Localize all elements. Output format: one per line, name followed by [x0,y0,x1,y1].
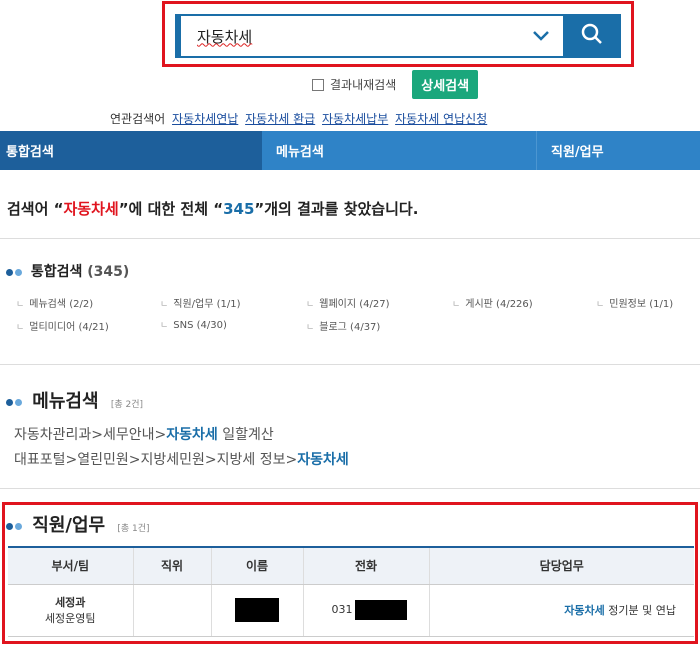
summary-prefix: 검색어 “ [7,200,64,218]
tab-menu[interactable]: 메뉴검색 [262,131,536,170]
search-button[interactable] [563,14,621,58]
path-prefix: 대표포털>열린민원>지방세민원>지방세 정보> [14,452,298,468]
path-keyword: 자동차세 [166,427,218,443]
table-header-row: 부서/팀 직위 이름 전화 담당업무 [8,546,694,585]
integrated-count: (345) [87,264,130,280]
category-link[interactable]: 게시판 (4/226) [452,295,532,310]
category-link[interactable]: 메뉴검색 (2/2) [16,295,93,310]
related-link[interactable]: 자동차세납부 [322,112,388,126]
menu-path-link[interactable]: 자동차관리과>세무안내>자동차세 일할계산 [14,424,274,444]
menu-title: 메뉴검색 [32,391,99,412]
category-link[interactable]: 블로그 (4/37) [306,318,380,333]
team-name: 세정운영팀 [44,612,96,625]
within-results-checkbox[interactable] [312,78,324,91]
summary-suffix: ”개의 결과를 찾았습니다. [254,200,419,218]
redacted-phone [354,600,407,620]
divider [0,364,700,365]
redacted-name [235,598,279,622]
detail-search-button[interactable]: 상세검색 [412,70,479,99]
staff-table: 부서/팀 직위 이름 전화 담당업무 세정과 세정운영팀 031 자동차세 정기… [8,546,694,637]
search-query-text[interactable]: 자동차세 [197,26,527,47]
menu-section-title: 메뉴검색 [총 2건] [6,387,143,413]
table-row: 세정과 세정운영팀 031 자동차세 정기분 및 연납 [8,584,694,637]
header-position: 직위 [133,546,212,585]
staff-section-title: 직원/업무 [총 1건] [6,511,150,537]
related-link[interactable]: 자동차세 환급 [245,112,315,126]
tab-integrated[interactable]: 통합검색 [0,131,262,170]
summary-count: 345 [223,200,255,218]
duty-cell: 자동차세 정기분 및 연납 [429,584,694,637]
header-name: 이름 [211,546,304,585]
search-options: 결과내재검색 상세검색 [312,70,479,99]
search-bar: 자동차세 [175,14,621,58]
category-link[interactable]: 멀티미디어 (4/21) [16,318,108,333]
bullet-dots-icon [6,268,22,276]
menu-count: [총 2건] [110,400,143,410]
header-duty: 담당업무 [429,546,694,585]
integrated-title: 통합검색 [30,264,83,280]
path-keyword: 자동차세 [297,452,349,468]
integrated-section-title: 통합검색 (345) [6,261,129,281]
menu-path-link[interactable]: 대표포털>열린민원>지방세민원>지방세 정보>자동차세 [14,449,349,469]
bullet-dots-icon [6,522,22,530]
summary-middle: ”에 대한 전체 “ [118,200,224,218]
staff-count: [총 1건] [117,524,150,534]
dept-cell: 세정과 세정운영팀 [8,584,134,637]
related-keywords: 연관검색어 자동차세연납 자동차세 환급 자동차세납부 자동차세 연납신청 [110,110,487,127]
header-phone: 전화 [303,546,430,585]
result-tabs: 통합검색 메뉴검색 직원/업무 [0,131,700,170]
category-link[interactable]: SNS (4/30) [160,318,227,331]
divider [0,488,700,489]
result-summary: 검색어 “자동차세”에 대한 전체 “345”개의 결과를 찾았습니다. [7,198,418,219]
tab-staff[interactable]: 직원/업무 [536,131,700,170]
related-link[interactable]: 자동차세 연납신청 [395,112,487,126]
chevron-down-icon[interactable] [527,22,555,50]
within-results-label: 결과내재검색 [330,78,397,92]
bullet-dots-icon [6,398,22,406]
duty-keyword: 자동차세 [564,604,605,617]
path-suffix: 일할계산 [217,427,274,443]
divider [0,238,700,239]
search-icon [581,23,603,49]
category-link[interactable]: 직원/업무 (1/1) [160,295,240,310]
duty-rest: 정기분 및 연납 [604,604,676,617]
related-label: 연관검색어 [110,112,166,126]
related-link[interactable]: 자동차세연납 [172,112,238,126]
phone-cell: 031 [303,584,430,637]
category-link[interactable]: 민원정보 (1/1) [596,295,673,310]
header-dept: 부서/팀 [8,546,134,585]
name-cell [211,584,304,637]
search-input[interactable]: 자동차세 [175,14,563,58]
path-prefix: 자동차관리과>세무안내> [14,427,167,443]
position-cell [133,584,212,637]
staff-title: 직원/업무 [32,515,106,536]
dept-name: 세정과 [55,596,86,609]
summary-keyword: 자동차세 [63,200,119,218]
category-link[interactable]: 웹페이지 (4/27) [306,295,389,310]
phone-prefix: 031 [331,603,353,616]
